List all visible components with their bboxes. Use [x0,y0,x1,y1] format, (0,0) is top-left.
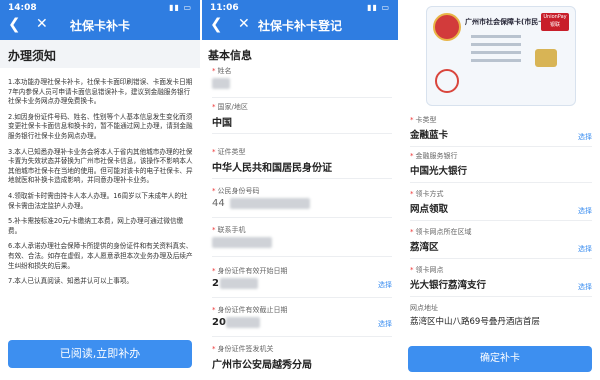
name-field[interactable]: * 姓名 [212,64,392,98]
field-label: 身份证件签发机关 [217,345,274,353]
notice-heading: 办理须知 [0,40,200,68]
notice-item: 1.本功能办理社保卡补卡，社保卡卡面印刷错误、卡面发卡日期7年内参保人员可申请卡… [8,78,193,106]
notice-item: 3.本人已知悉办理补卡业务会将本人于省内其他城市办理的社保卡置为失效状态并替换为… [8,147,193,185]
signal-battery-icon: ▮▮ ▭ [169,3,192,12]
confirm-replacement-button[interactable]: 确定补卡 [408,346,592,372]
page-title: 社保卡补卡登记 [257,19,342,33]
signal-battery-icon: ▮▮ ▭ [367,3,390,12]
notice-item: 6.本人承诺办理社会保障卡所提供的身份证件和有关资料真实、有效、合法。如存在虚假… [8,242,193,270]
status-time: 14:08 [8,3,37,13]
section-heading: 基本信息 [208,49,252,62]
field-label: 网点地址 [410,304,438,312]
field-value: 荔湾区中山八路69号叠丹酒店首层 [410,317,540,327]
redacted-value [220,278,258,289]
field-value: 广州市公安局越秀分局 [212,360,312,371]
screen-registration-form: 11:06 ▮▮ ▭ ❮ ✕ 社保卡补卡登记 基本信息 * 姓名 * 国家/地区 中… [202,0,398,380]
id-end-date-field[interactable]: * 身份证件有效截止日期 20 选择 [212,303,392,337]
field-value: 20 [212,317,226,328]
redacted-value [212,78,230,89]
id-type-field[interactable]: * 证件类型 中华人民共和国居民身份证 [212,145,392,179]
field-value: 中国 [212,118,232,129]
select-link[interactable]: 选择 [578,206,592,216]
issuing-authority-field[interactable]: * 身份证件签发机关 广州市公安局越秀分局 [212,342,392,376]
field-label: 身份证件有效截止日期 [217,306,288,314]
id-number-field[interactable]: * 公民身份号码 44 [212,184,392,218]
field-value: 光大银行荔湾支行 [410,280,487,291]
select-link[interactable]: 选择 [578,244,592,254]
field-value: 荔湾区 [410,242,439,253]
read-and-apply-button[interactable]: 已阅读,立即补办 [8,340,192,368]
chip-icon [535,49,557,67]
unionpay-logo-icon: UnionPay 银联 [541,13,569,31]
field-value: 金融蓝卡 [410,130,449,141]
pickup-branch-field[interactable]: * 领卡网点 光大银行荔湾支行 选择 [410,262,592,297]
select-link[interactable]: 选择 [578,132,592,142]
field-label: 国家/地区 [217,103,248,111]
seal-icon [435,69,459,93]
field-label: 身份证件有效开始日期 [217,267,288,275]
select-link[interactable]: 选择 [378,319,392,329]
screen-replacement-notice: 14:08 ▮▮ ▭ ❮ ✕ 社保卡补卡 办理须知 1.本功能办理社保卡补卡，社… [0,0,200,380]
select-link[interactable]: 选择 [578,282,592,292]
field-value: 中国光大银行 [410,166,468,177]
field-label: 公民身份号码 [217,187,260,195]
screen-card-options: 广州市社会保障卡(市民卡) UnionPay 银联 * 卡类型 金融蓝卡 选择 *… [400,0,600,380]
emblem-icon [433,13,461,41]
pickup-method-field[interactable]: * 领卡方式 网点领取 选择 [410,186,592,221]
field-value: 网点领取 [410,204,449,215]
notice-item: 7.本人已认真阅读、知悉并认可以上事项。 [8,277,133,286]
top-bar: 14:08 ▮▮ ▭ ❮ ✕ 社保卡补卡 [0,0,200,40]
field-value: 44 [212,198,225,209]
field-label: 联系手机 [217,226,246,234]
bank-field[interactable]: * 金融服务银行 中国光大银行 [410,148,592,183]
field-value: 中华人民共和国居民身份证 [212,163,332,174]
id-start-date-field[interactable]: * 身份证件有效开始日期 2 选择 [212,264,392,298]
card-info-lines [471,35,521,67]
redacted-value [230,198,310,209]
notice-item: 5.补卡需按标准20元/卡缴纳工本费，网上办理可通过微信缴费。 [8,217,184,235]
card-type-field[interactable]: * 卡类型 金融蓝卡 选择 [410,112,592,147]
field-label: 金融服务银行 [415,152,458,160]
field-label: 领卡网点所在区域 [415,228,472,236]
field-label: 姓名 [217,67,232,75]
notice-item: 2.如因身份证件号码、姓名、性别等个人基本信息发生变化而须变更社保卡卡面信息和换… [8,112,193,140]
field-label: 领卡方式 [415,190,444,198]
field-label: 卡类型 [415,116,437,124]
branch-address-field: 网点地址 荔湾区中山八路69号叠丹酒店首层 [410,300,592,335]
field-label: 证件类型 [217,148,246,156]
field-value: 2 [212,278,219,289]
top-bar: 11:06 ▮▮ ▭ ❮ ✕ 社保卡补卡登记 [202,0,398,40]
redacted-value [212,237,272,248]
country-field[interactable]: * 国家/地区 中国 [212,100,392,134]
select-link[interactable]: 选择 [378,280,392,290]
redacted-value [226,317,260,328]
notice-body: 1.本功能办理社保卡补卡，社保卡卡面印刷错误、卡面发卡日期7年内参保人员可申请卡… [8,78,194,293]
notice-item: 4.领取新卡时需由持卡人本人办理。16周岁以下未成年人的社保卡需由法定监护人办理… [8,191,188,210]
page-title: 社保卡补卡 [69,19,130,33]
card-title: 广州市社会保障卡(市民卡) [465,18,549,26]
status-time: 11:06 [210,3,239,13]
pickup-district-field[interactable]: * 领卡网点所在区域 荔湾区 选择 [410,224,592,259]
field-label: 领卡网点 [415,266,444,274]
social-security-card-image: 广州市社会保障卡(市民卡) UnionPay 银联 [426,6,576,106]
phone-field[interactable]: * 联系手机 [212,223,392,257]
